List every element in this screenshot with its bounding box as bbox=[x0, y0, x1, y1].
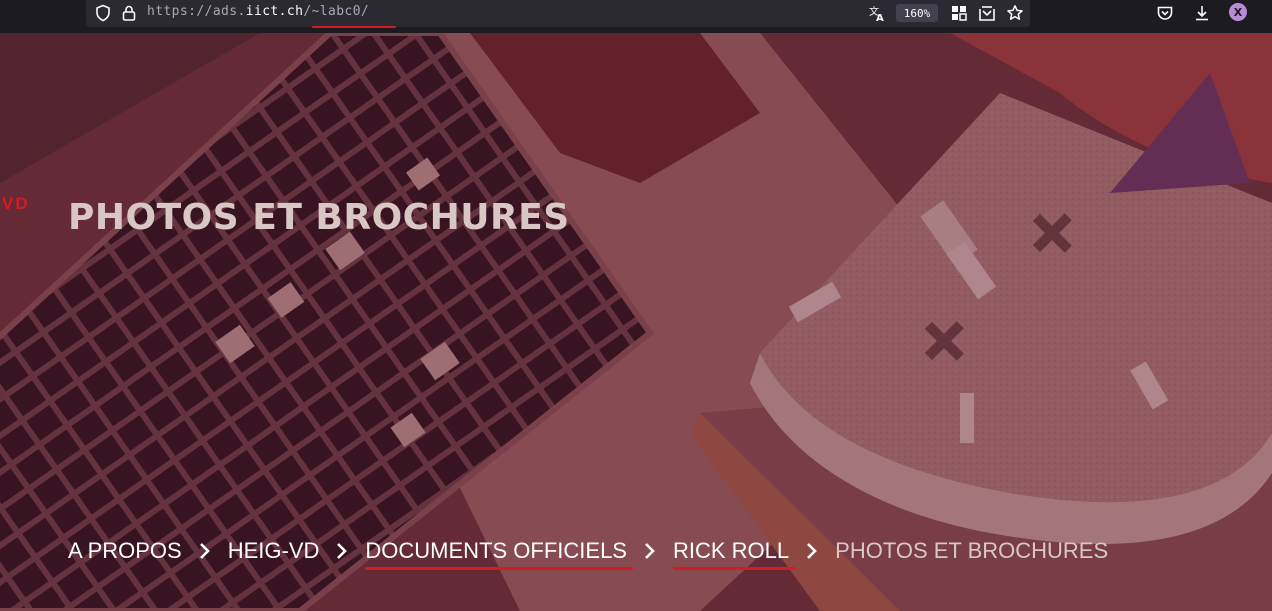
chevron-right-icon bbox=[627, 542, 673, 560]
url-text[interactable]: https://ads.iict.ch/~labc0/ bbox=[147, 4, 369, 19]
url-highlight-mark bbox=[312, 26, 396, 28]
grid-icon[interactable] bbox=[949, 4, 969, 22]
lock-icon[interactable] bbox=[120, 4, 138, 22]
url-path: /~labc0/ bbox=[303, 4, 370, 19]
shield-icon[interactable] bbox=[94, 4, 112, 22]
chevron-right-icon bbox=[182, 542, 228, 560]
breadcrumb-heig-vd[interactable]: HEIG-VD bbox=[228, 538, 320, 564]
breadcrumb-a-propos[interactable]: A PROPOS bbox=[68, 538, 182, 564]
screenshot-icon[interactable] bbox=[977, 4, 997, 22]
translate-icon[interactable]: 文A bbox=[867, 4, 887, 22]
chevron-right-icon bbox=[789, 542, 835, 560]
breadcrumb-rick-roll[interactable]: RICK ROLL bbox=[672, 538, 796, 570]
breadcrumb: A PROPOS HEIG-VD DOCUMENTS OFFICIELS RIC… bbox=[68, 535, 1109, 570]
logo-fragment: VD bbox=[2, 194, 30, 213]
url-host: iict.ch bbox=[245, 4, 304, 19]
hero-banner bbox=[0, 33, 1272, 611]
page-title: PHOTOS ET BROCHURES bbox=[68, 197, 570, 238]
pocket-icon[interactable] bbox=[1155, 4, 1175, 22]
url-prefix: https://ads. bbox=[147, 4, 246, 19]
svg-text:A: A bbox=[876, 13, 884, 22]
breadcrumb-current-page: PHOTOS ET BROCHURES bbox=[835, 538, 1109, 563]
aerial-photo bbox=[0, 33, 1272, 611]
chevron-right-icon bbox=[319, 542, 365, 560]
zoom-level-button[interactable]: 160% bbox=[896, 4, 938, 22]
browser-toolbar: https://ads.iict.ch/~labc0/ 文A 160% X bbox=[0, 0, 1272, 33]
breadcrumb-documents-officiels[interactable]: DOCUMENTS OFFICIELS bbox=[365, 538, 633, 570]
star-icon[interactable] bbox=[1005, 4, 1025, 22]
account-avatar[interactable]: X bbox=[1229, 3, 1247, 21]
download-icon[interactable] bbox=[1192, 4, 1212, 22]
